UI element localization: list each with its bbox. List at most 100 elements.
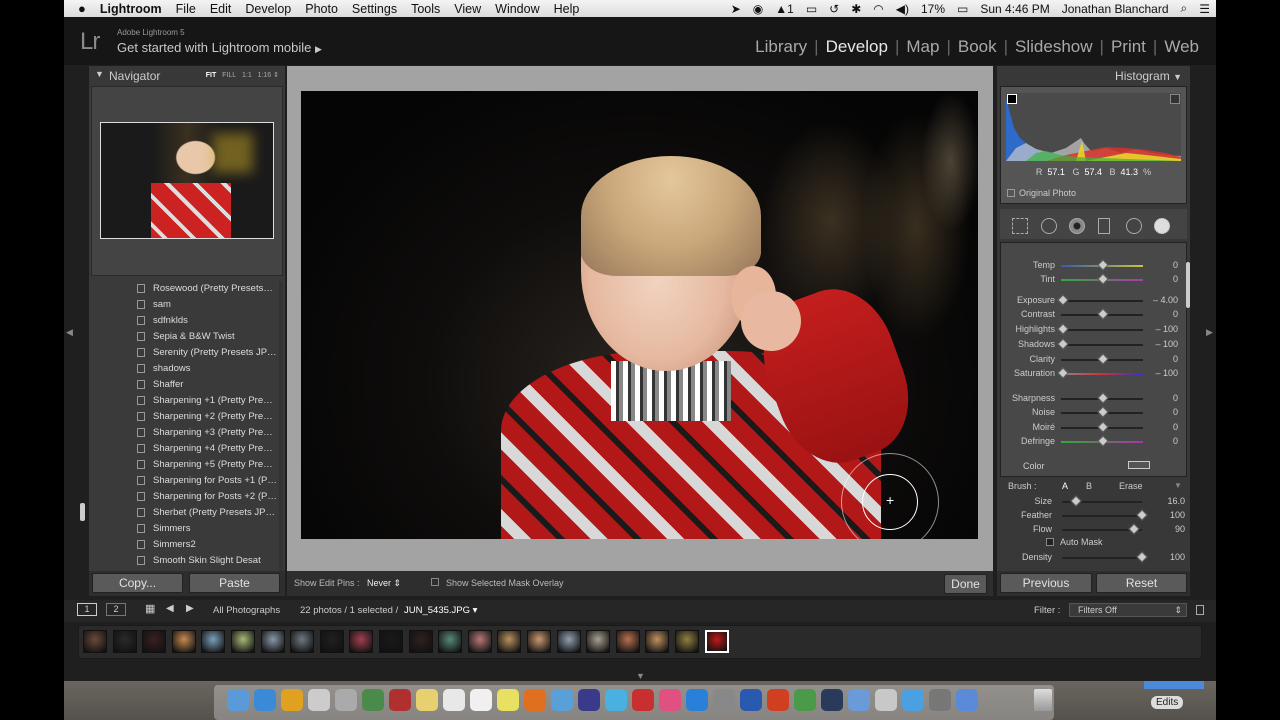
filmstrip-thumbnail[interactable] — [290, 630, 315, 653]
left-panel-toggle-icon[interactable]: ◀ — [66, 327, 73, 338]
right-panel-toggle-icon[interactable]: ▶ — [1206, 327, 1213, 338]
wifi-icon[interactable]: ◠ — [867, 2, 889, 16]
preset-item[interactable]: Sharpening +4 (Pretty Presets) — [93, 441, 281, 457]
preview-icon[interactable] — [848, 689, 870, 711]
stickies-icon[interactable] — [497, 689, 519, 711]
preset-item[interactable]: sdfnklds — [93, 313, 281, 329]
messages-icon[interactable] — [605, 689, 627, 711]
image-canvas[interactable]: + — [287, 66, 993, 571]
sync-icon[interactable] — [875, 689, 897, 711]
filmstrip-thumbnail[interactable] — [112, 630, 137, 653]
slider-value[interactable]: 0 — [1173, 393, 1178, 403]
filename-dropdown[interactable]: JUN_5435.JPG ▾ — [404, 605, 477, 616]
time-machine-icon[interactable]: ↺ — [823, 2, 845, 16]
source-label[interactable]: All Photographs — [213, 605, 280, 616]
app-store-icon[interactable] — [686, 689, 708, 711]
slider-knob[interactable] — [1097, 421, 1109, 433]
histogram-graph[interactable] — [1006, 93, 1181, 161]
slider-row-shadows[interactable]: Shadows – 100 — [1001, 338, 1186, 352]
calendar-icon[interactable] — [443, 689, 465, 711]
slider-value[interactable]: 0 — [1173, 436, 1178, 446]
slider-value[interactable]: 0 — [1173, 354, 1178, 364]
finder-icon[interactable] — [227, 689, 249, 711]
slider-value[interactable]: – 100 — [1155, 368, 1178, 378]
slider-row-tint[interactable]: Tint 0 — [1001, 273, 1186, 287]
itunes-icon[interactable] — [659, 689, 681, 711]
menu-settings[interactable]: Settings — [345, 2, 404, 16]
adobe-icon[interactable]: ▲1 — [769, 2, 800, 16]
navigator-header[interactable]: ▼ Navigator FIT FILL 1:1 1:16 ⇕ — [89, 66, 285, 86]
navigator-preview[interactable] — [91, 86, 283, 276]
brush-slider-value[interactable]: 90 — [1175, 524, 1185, 534]
slider-row-sharpness[interactable]: Sharpness 0 — [1001, 392, 1186, 406]
record-icon[interactable]: ◉ — [747, 2, 769, 16]
filter-select[interactable]: Filters Off ⇕ — [1069, 603, 1187, 617]
brush-size-row[interactable]: Size 16.0 — [1000, 495, 1187, 509]
filmstrip-thumbnail[interactable] — [408, 630, 433, 653]
mask-overlay-checkbox[interactable] — [431, 578, 439, 586]
textedit-icon[interactable] — [470, 689, 492, 711]
brush-slider-knob[interactable] — [1070, 495, 1082, 507]
preset-item[interactable]: Sharpening +3 (Pretty Presets) — [93, 425, 281, 441]
brush-collapse-icon[interactable]: ▼ — [1174, 481, 1182, 490]
collapse-triangle-icon[interactable]: ▼ — [95, 69, 104, 79]
user-name[interactable]: Jonathan Blanchard — [1056, 2, 1175, 16]
brush-slider-value[interactable]: 100 — [1170, 510, 1185, 520]
filmstrip-thumbnail[interactable] — [556, 630, 581, 653]
graduated-filter-tool-icon[interactable] — [1098, 218, 1110, 234]
slider-knob[interactable] — [1057, 323, 1069, 335]
slider-row-clarity[interactable]: Clarity 0 — [1001, 353, 1186, 367]
slider-knob[interactable] — [1097, 259, 1109, 271]
slider-row-noise[interactable]: Noise 0 — [1001, 406, 1186, 420]
menu-app-name[interactable]: Lightroom — [93, 2, 169, 16]
slider-knob[interactable] — [1097, 273, 1109, 285]
radial-filter-tool-icon[interactable] — [1126, 218, 1142, 234]
auto-mask-checkbox[interactable] — [1046, 538, 1054, 546]
main-photo[interactable]: + — [301, 91, 978, 539]
slider-track[interactable] — [1061, 344, 1143, 346]
module-slideshow[interactable]: Slideshow — [1008, 37, 1100, 57]
utility-icon[interactable] — [713, 689, 735, 711]
back-arrow-icon[interactable]: ◀ — [166, 603, 174, 614]
preset-item[interactable]: sam — [93, 297, 281, 313]
filmstrip-thumbnail[interactable] — [142, 630, 167, 653]
brush-slider-value[interactable]: 100 — [1170, 552, 1185, 562]
slider-knob[interactable] — [1097, 353, 1109, 365]
slider-knob[interactable] — [1057, 294, 1069, 306]
brush-slider-knob[interactable] — [1136, 509, 1148, 521]
filmstrip-thumbnail[interactable] — [260, 630, 285, 653]
system-prefs-icon[interactable] — [929, 689, 951, 711]
slider-track[interactable] — [1061, 300, 1143, 302]
histogram-header[interactable]: Histogram ▼ — [997, 66, 1190, 86]
module-library[interactable]: Library — [748, 37, 814, 57]
brush-b-tab[interactable]: B — [1086, 481, 1092, 491]
safari-icon[interactable] — [254, 689, 276, 711]
filmstrip-thumbnail[interactable] — [83, 630, 107, 653]
preset-item[interactable]: shadows — [93, 361, 281, 377]
brush-a-tab[interactable]: A — [1062, 481, 1068, 491]
facetime-icon[interactable] — [578, 689, 600, 711]
original-photo-checkbox[interactable] — [1007, 189, 1015, 197]
brush-slider-track[interactable] — [1062, 515, 1142, 517]
reset-button[interactable]: Reset — [1096, 573, 1187, 593]
filmstrip-thumbnail[interactable] — [319, 630, 344, 653]
battery-percent[interactable]: 17% — [915, 2, 951, 16]
right-scrollbar-thumb[interactable] — [1186, 262, 1190, 308]
slider-row-temp[interactable]: Temp 0 — [1001, 259, 1186, 273]
preset-item[interactable]: Sharpening +5 (Pretty Presets) — [93, 457, 281, 473]
filmstrip-thumbnail[interactable] — [586, 630, 611, 653]
preset-item[interactable]: Sepia & B&W Twist — [93, 329, 281, 345]
torrent-icon[interactable] — [794, 689, 816, 711]
crop-tool-icon[interactable] — [1012, 218, 1028, 234]
done-button[interactable]: Done — [944, 574, 987, 594]
dock-window-thumbnail[interactable] — [1144, 681, 1204, 689]
slider-value[interactable]: – 100 — [1155, 324, 1178, 334]
notes-icon[interactable] — [416, 689, 438, 711]
brush-slider-track[interactable] — [1062, 557, 1142, 559]
filmstrip-thumbnail[interactable] — [675, 630, 699, 653]
preset-item[interactable]: Simmers2 — [93, 537, 281, 553]
adjustment-brush-tool-icon[interactable] — [1154, 218, 1170, 234]
brush-slider-knob[interactable] — [1136, 551, 1148, 563]
module-map[interactable]: Map — [899, 37, 946, 57]
word-icon[interactable] — [740, 689, 762, 711]
